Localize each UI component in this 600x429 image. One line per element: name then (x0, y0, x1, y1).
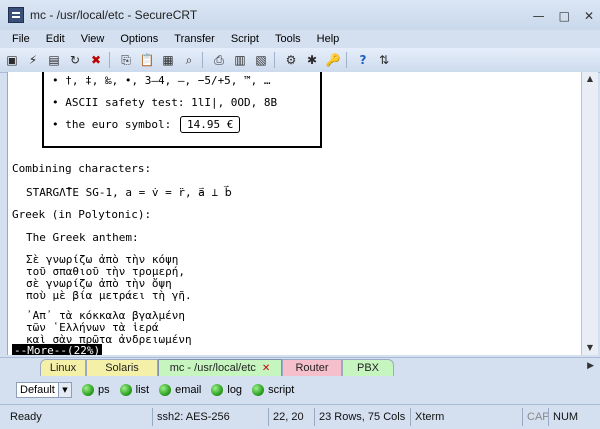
menu-tools[interactable]: Tools (275, 33, 301, 45)
paste-icon[interactable]: 📋 (138, 51, 156, 69)
terminal-line: STARGΛ̊TE SG-1, a = v̇ = r̈, a⃑ ⊥ b⃑ (26, 186, 232, 199)
securecrt-app-icon[interactable] (8, 7, 24, 23)
terminal-line: • †, ‡, ‰, •, 3–4, —, −5/+5, ™, … (52, 74, 271, 87)
status-terminal: Xterm (410, 408, 522, 426)
menu-file[interactable]: File (12, 33, 30, 45)
button-list[interactable]: list (119, 384, 150, 396)
copy-paste-icon[interactable]: ▦ (159, 51, 177, 69)
tab-pbx[interactable]: PBX (342, 359, 394, 376)
chevron-down-icon[interactable]: ▼ (58, 383, 71, 397)
tab-linux[interactable]: Linux (40, 359, 86, 376)
vertical-scrollbar[interactable]: ▲ ▼ (581, 72, 598, 355)
status-session: ssh2: AES-256 (152, 408, 268, 426)
button-label: email (175, 384, 202, 396)
status-cap: CAP (522, 408, 550, 426)
euro-value: 14.95 € (180, 116, 241, 133)
keymap-icon[interactable]: 🔑 (324, 51, 342, 69)
close-button[interactable]: ✕ (584, 9, 594, 23)
print-icon[interactable]: ⎙ (210, 51, 228, 69)
terminal-line: • ASCII safety test: 1lI|, 0OD, 8B (52, 96, 278, 109)
button-label: list (135, 384, 150, 396)
button-label: script (268, 384, 295, 396)
print-setup-icon[interactable]: ▧ (252, 51, 270, 69)
status-cursor: 22, 20 (268, 408, 314, 426)
toolbar-separator (202, 52, 203, 68)
terminal-line: The Greek anthem: (26, 231, 139, 244)
button-bar-select[interactable]: Default ▼ (16, 382, 72, 398)
window-title: mc - /usr/local/etc - SecureCRT (30, 8, 198, 22)
status-bar: Ready ssh2: AES-256 22, 20 23 Rows, 75 C… (0, 404, 600, 429)
tab-mc-usr-local-etc[interactable]: mc - /usr/local/etc ✕ (158, 359, 282, 376)
status-num: NUM (548, 408, 584, 426)
maximize-button[interactable]: □ (559, 9, 570, 23)
toolbar-separator (274, 52, 275, 68)
toolbar-separator (109, 52, 110, 68)
toolbar-separator (346, 52, 347, 68)
scroll-down-icon[interactable]: ▼ (582, 341, 598, 355)
terminal-screen[interactable]: • †, ‡, ‰, •, 3–4, —, −5/+5, ™, … • ASCI… (7, 72, 582, 355)
minimize-button[interactable]: — (533, 9, 545, 23)
menu-script[interactable]: Script (231, 33, 259, 45)
button-label: log (227, 384, 243, 396)
find-icon[interactable]: ⌕ (180, 51, 198, 69)
euro-value-box: 14.95 € (180, 116, 241, 133)
menu-transfer[interactable]: Transfer (174, 33, 215, 45)
tab-solaris[interactable]: Solaris (86, 359, 158, 376)
tab-label: mc - /usr/local/etc (169, 362, 256, 374)
terminal-line: • the euro symbol: (52, 118, 172, 131)
print-selection-icon[interactable]: ▥ (231, 51, 249, 69)
status-ready: Ready (10, 411, 42, 423)
tab-label: Router (295, 362, 329, 374)
scroll-up-icon[interactable]: ▲ (582, 72, 598, 86)
tab-label: PBX (356, 362, 379, 374)
status-size: 23 Rows, 75 Cols (314, 408, 410, 426)
menu-help[interactable]: Help (317, 33, 340, 45)
toolbar: ▣ ⚡ ▤ ↻ ✖ ⎘ 📋 ▦ ⌕ ⎙ ▥ ▧ ⚙ ✱ 🔑 ? ⇅ (0, 48, 600, 73)
green-dot-icon (159, 384, 172, 396)
title-bar: mc - /usr/local/etc - SecureCRT — □ ✕ (0, 0, 600, 30)
button-script[interactable]: script (252, 384, 294, 396)
button-email[interactable]: email (159, 384, 201, 396)
window-controls: — □ ✕ (533, 9, 594, 23)
green-dot-icon (252, 384, 265, 396)
button-bar: Default ▼ ps list email log script (0, 378, 600, 402)
disconnect-icon[interactable]: ✖ (87, 51, 105, 69)
menu-edit[interactable]: Edit (46, 33, 65, 45)
green-dot-icon (82, 384, 94, 396)
tab-label: Solaris (105, 362, 139, 374)
tab-label: Linux (49, 362, 77, 374)
tab-router[interactable]: Router (282, 359, 342, 376)
menu-view[interactable]: View (81, 33, 105, 45)
connect-icon[interactable]: ▣ (3, 51, 21, 69)
copy-icon[interactable]: ⎘ (117, 51, 135, 69)
terminal-line: Combining characters: (12, 162, 152, 175)
help-icon[interactable]: ? (354, 51, 372, 69)
terminal-line: Greek (in Polytonic): (12, 208, 152, 221)
terminal-line: ποὺ μὲ βία μετράει τὴ γῆ. (26, 289, 192, 302)
global-options-icon[interactable]: ✱ (303, 51, 321, 69)
reconnect-icon[interactable]: ↻ (66, 51, 84, 69)
connect-tab-icon[interactable]: ▤ (45, 51, 63, 69)
session-options-icon[interactable]: ⚙ (282, 51, 300, 69)
button-ps[interactable]: ps (82, 384, 110, 396)
tab-scroll-right-icon[interactable]: ▶ (587, 361, 594, 371)
button-bar-selected: Default (20, 384, 55, 396)
green-dot-icon (211, 384, 224, 396)
tab-close-icon[interactable]: ✕ (262, 363, 270, 374)
button-label: ps (98, 384, 110, 396)
green-dot-icon (119, 384, 132, 396)
button-log[interactable]: log (211, 384, 242, 396)
quick-connect-icon[interactable]: ⚡ (24, 51, 42, 69)
menu-bar: File Edit View Options Transfer Script T… (0, 30, 600, 47)
sftp-icon[interactable]: ⇅ (375, 51, 393, 69)
session-tab-bar: Linux Solaris mc - /usr/local/etc ✕ Rout… (0, 357, 600, 377)
menu-options[interactable]: Options (120, 33, 158, 45)
more-prompt: --More--(22%) (12, 344, 103, 355)
